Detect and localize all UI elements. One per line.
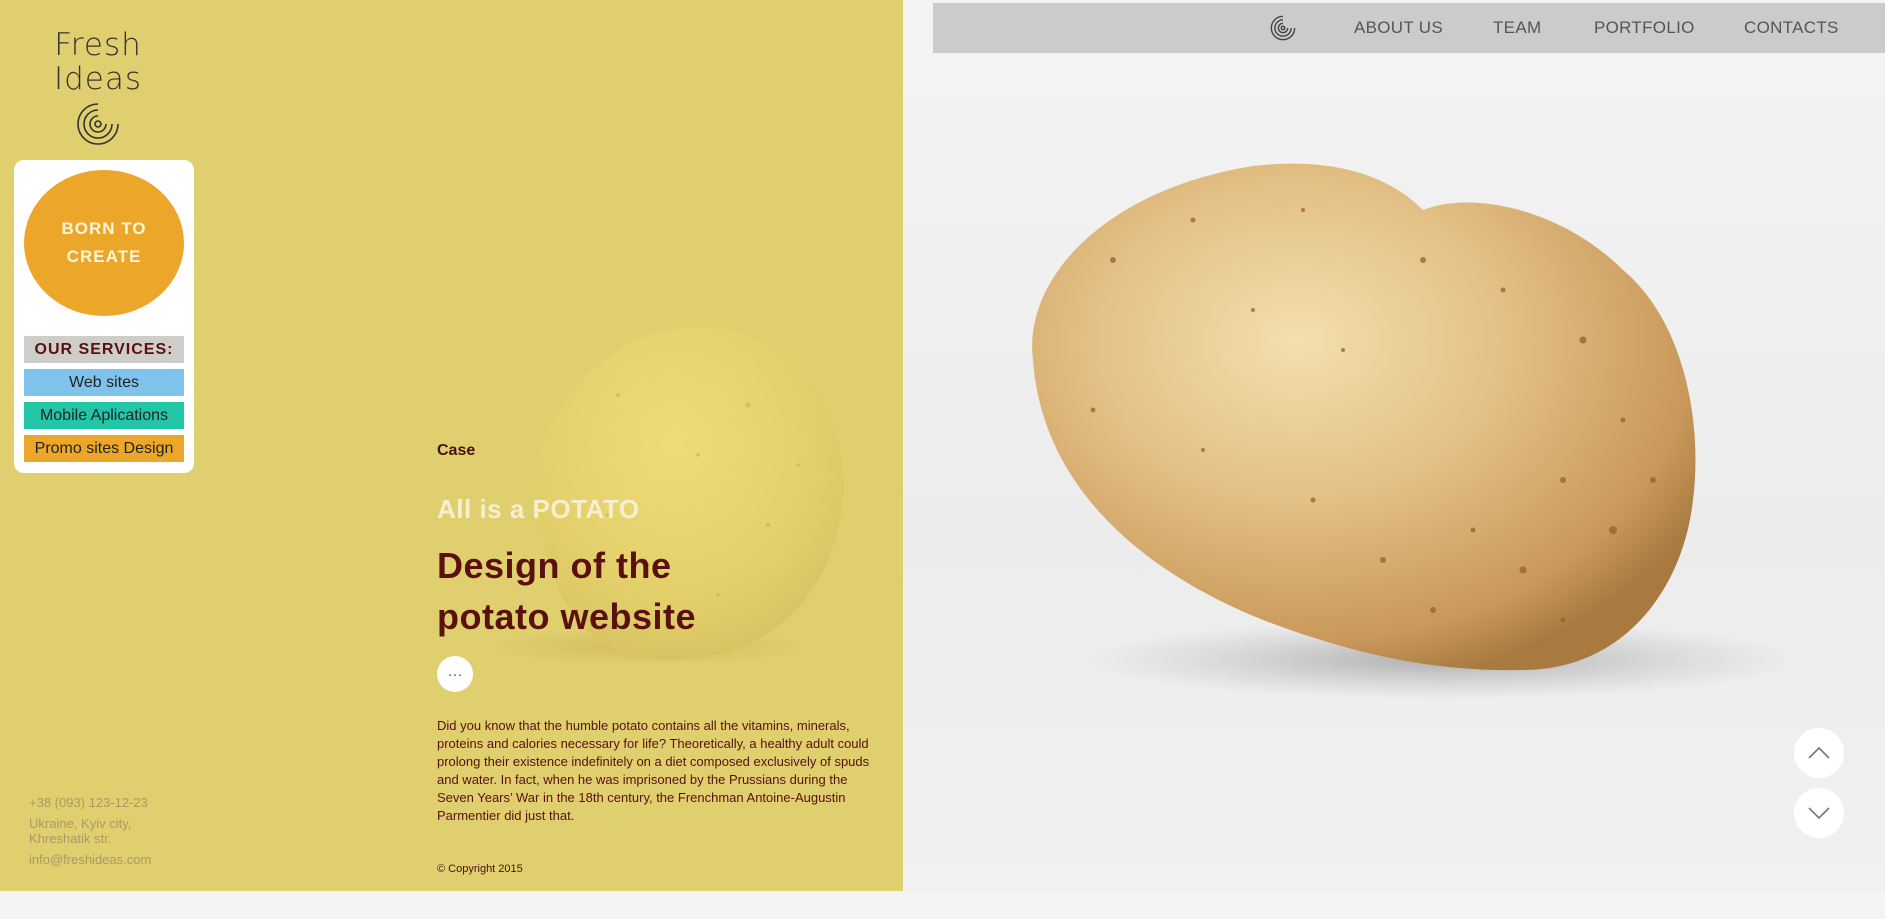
spiral-logo-icon [77, 103, 119, 145]
service-mobile-apps[interactable]: Mobile Aplications [24, 402, 184, 429]
chevron-down-icon [1808, 807, 1830, 820]
nav-about-us[interactable]: ABOUT US [1354, 18, 1443, 38]
service-promo-design[interactable]: Promo sites Design [24, 435, 184, 462]
badge-text: BORN TO CREATE [61, 219, 147, 266]
services-card: BORN TO CREATE OUR SERVICES: Web sites M… [14, 160, 194, 473]
nav-team[interactable]: TEAM [1493, 18, 1541, 38]
site-logo[interactable]: Fresh Ideas [48, 27, 148, 145]
copyright-text: © Copyright 2015 [437, 863, 523, 875]
chevron-up-icon [1808, 746, 1830, 759]
left-panel: Fresh Ideas BORN TO CREATE OUR SERVICES:… [0, 0, 903, 891]
logo-text-line2: Ideas [53, 61, 143, 97]
contact-phone[interactable]: +38 (093) 123-12-23 [29, 795, 159, 810]
spiral-logo-icon[interactable] [1269, 14, 1297, 42]
hero-image-panel: ABOUT US TEAM PORTFOLIO CONTACTS [903, 0, 1885, 891]
case-description: Did you know that the humble potato cont… [437, 718, 870, 823]
services-heading: OUR SERVICES: [24, 336, 184, 363]
born-to-create-badge[interactable]: BORN TO CREATE [24, 170, 184, 316]
potato-hero-image [1032, 163, 1783, 700]
contact-info: +38 (093) 123-12-23 Ukraine, Kyiv city, … [29, 795, 159, 867]
top-navigation: ABOUT US TEAM PORTFOLIO CONTACTS [933, 3, 1885, 53]
more-button[interactable]: ··· [437, 656, 473, 692]
scroll-up-button[interactable] [1794, 728, 1844, 778]
nav-portfolio[interactable]: PORTFOLIO [1594, 18, 1695, 38]
contact-address: Ukraine, Kyiv city, Khreshatik str. [29, 816, 132, 846]
service-web-sites[interactable]: Web sites [24, 369, 184, 396]
case-label: Case [437, 442, 476, 459]
nav-contacts[interactable]: CONTACTS [1744, 18, 1839, 38]
case-subtitle: All is a POTATO [437, 494, 640, 524]
contact-email[interactable]: info@freshideas.com [29, 852, 159, 867]
logo-text-line1: Fresh [54, 27, 142, 63]
page-footer-strip [0, 891, 1885, 919]
case-title: Design of the potato website [437, 545, 697, 637]
scroll-down-button[interactable] [1794, 788, 1844, 838]
